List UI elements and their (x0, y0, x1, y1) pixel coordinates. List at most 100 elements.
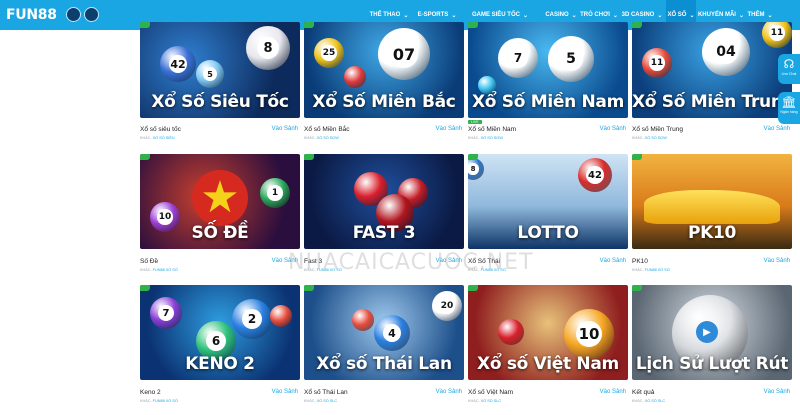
category-label: KHÁC, (140, 136, 152, 140)
enter-lobby-link[interactable]: Vào Sảnh (764, 389, 790, 395)
game-name: Xổ số Miền Trung (632, 126, 683, 133)
enter-lobby-link[interactable]: Vào Sảnh (436, 389, 462, 395)
category-label: KHÁC, (632, 136, 644, 140)
game-card[interactable]: PK10 PK10 Vào Sảnh KHÁC, FUN88 XỔ SỐ (632, 154, 792, 284)
tottenham-crest-icon (84, 7, 99, 22)
game-name: Kết quả (632, 389, 655, 396)
thumbnail-title: PK10 (687, 223, 737, 243)
chevron-down-icon: ⌄ (767, 12, 773, 19)
thumbnail-title: Xổ số Việt Nam (477, 354, 619, 374)
provider-label: FUN88 XỔ SỐ (152, 399, 178, 403)
enter-lobby-link[interactable]: Vào Sảnh (764, 258, 790, 264)
enter-lobby-link[interactable]: Vào Sảnh (600, 389, 626, 395)
game-thumbnail[interactable]: ▶ Lịch Sử Lượt Rút (632, 285, 792, 380)
game-thumbnail[interactable]: 42 8 5 Xổ Số Siêu Tốc (140, 22, 300, 118)
provider-label: XỔ SỐ SLC (316, 399, 338, 403)
game-card[interactable]: 4 20 Xổ số Thái Lan Xổ số Thái Lan Vào Sảnh K… (304, 285, 464, 415)
corner-tag (632, 22, 642, 28)
category-label: KHÁC, (304, 136, 316, 140)
corner-tag (632, 154, 642, 160)
game-name: Xổ số Thái Lan (304, 389, 348, 396)
enter-lobby-link[interactable]: Vào Sảnh (600, 258, 626, 264)
bank-icon: 🏛 (781, 95, 797, 109)
game-thumbnail[interactable]: 25 07 Xổ Số Miền Bắc (304, 22, 464, 118)
play-icon: ▶ (696, 321, 718, 343)
enter-lobby-link[interactable]: Vào Sảnh (436, 126, 462, 132)
enter-lobby-link[interactable]: Vào Sảnh (272, 389, 298, 395)
thumbnail-title: Xổ Số Siêu Tốc (151, 92, 289, 112)
thumbnail-title: SỐ ĐỀ (191, 223, 249, 243)
lottery-ball-icon: 7 (150, 297, 182, 329)
game-thumbnail[interactable]: 7 5 Xổ Số Miền Nam (468, 22, 628, 118)
enter-lobby-link[interactable]: Vào Sảnh (600, 126, 626, 132)
category-label: KHÁC, (468, 136, 480, 140)
game-name: Xổ số Việt Nam (468, 389, 514, 396)
enter-lobby-link[interactable]: Vào Sảnh (764, 126, 790, 132)
game-card[interactable]: 25 07 Xổ Số Miền Bắc Xổ số Miền Bắc Vào Sảnh… (304, 22, 464, 152)
lottery-ball-icon (498, 319, 524, 345)
nav-item-label: TRÒ CHƠI (580, 12, 610, 18)
category-label: KHÁC, (140, 268, 152, 272)
game-category: KHÁC, XỔ SỐ SGW (468, 136, 503, 140)
game-name: Xổ số Miền Nam (468, 126, 517, 133)
thumbnail-title: FAST 3 (352, 223, 416, 243)
provider-label: XỔ SỐ SGW (480, 136, 503, 140)
nav-item-label: E-SPORTS (417, 12, 449, 18)
game-thumbnail[interactable]: PK10 (632, 154, 792, 249)
thumbnail-title: Xổ Số Miền Trung (632, 92, 792, 112)
lottery-ball-icon: 42 (160, 46, 196, 82)
lottery-ball-icon (352, 309, 374, 331)
chevron-down-icon: ⌄ (738, 12, 745, 19)
corner-tag (304, 22, 314, 28)
lottery-ball-icon (344, 66, 366, 88)
thumbnail-title: Xổ Số Miền Nam (471, 92, 625, 112)
lottery-ball-icon: 25 (314, 38, 344, 68)
corner-tag (468, 154, 478, 160)
game-card[interactable]: 10 Xổ số Việt Nam Xổ số Việt Nam Vào Sảnh KH… (468, 285, 628, 415)
nav-item-label: KHUYẾN MÃI (697, 12, 736, 18)
provider-label: XỔ SỐ SGW (316, 136, 339, 140)
corner-tag (468, 22, 478, 28)
corner-tag (140, 22, 150, 28)
game-category: KHÁC, XỔ SỐ SGW (304, 136, 339, 140)
thumbnail-title: KENO 2 (185, 354, 255, 374)
game-card[interactable]: 10 1 ★ SỐ ĐỀ Số Đề Vào Sảnh KHÁC, FUN88 XỔ SỐ (140, 154, 300, 284)
game-thumbnail[interactable]: 42 8 LOTTO (468, 154, 628, 249)
game-thumbnail[interactable]: 7 6 2 KENO 2 (140, 285, 300, 380)
star-icon: ★ (192, 170, 248, 226)
side-bank[interactable]: 🏛 Ngân hàng (778, 92, 800, 124)
lottery-ball-icon: 2 (232, 299, 272, 339)
game-card[interactable]: 7 6 2 KENO 2 Keno 2 Vào Sảnh KHÁC, FUN88 XỔ SỐ (140, 285, 300, 415)
game-category: KHÁC, XỔ SỐ SGW (632, 136, 667, 140)
corner-tag (140, 285, 150, 291)
nav-item-label: CASINO (545, 12, 569, 18)
game-card[interactable]: 42 8 5 Xổ Số Siêu Tốc Xổ số siêu tốc Vào Sảnh… (140, 22, 300, 152)
lottery-ball-icon (270, 305, 292, 327)
thumbnail-title: Lịch Sử Lượt Rút (635, 354, 789, 374)
fun88-logo[interactable]: FUN88 (6, 7, 57, 23)
sponsor-badges (66, 7, 99, 22)
game-thumbnail[interactable]: 11 04 11 Xổ Số Miền Trung (632, 22, 792, 118)
game-thumbnail[interactable]: 10 Xổ số Việt Nam (468, 285, 628, 380)
game-category: KHÁC, XỔ SỐ SLC (304, 399, 337, 403)
side-live-chat[interactable]: ☊ Live Chat (778, 54, 800, 84)
thumbnail-title: Xổ Số Miền Bắc (312, 92, 456, 112)
provider-label: XỔ SỐ SGW (644, 136, 667, 140)
game-category: KHÁC, FUN88 XỔ SỐ (140, 399, 178, 403)
category-label: KHÁC, (468, 399, 480, 403)
game-card[interactable]: 11 04 11 Xổ Số Miền Trung Xổ số Miền Trung Và… (632, 22, 792, 152)
game-thumbnail[interactable]: 4 20 Xổ số Thái Lan (304, 285, 464, 380)
game-card[interactable]: ▶ Lịch Sử Lượt Rút Kết quả Vào Sảnh KHÁC, XỔ… (632, 285, 792, 415)
lottery-ball-icon: 8 (246, 26, 290, 70)
lottery-ball-icon: 04 (702, 28, 750, 76)
lottery-ball-icon: 4 (374, 315, 410, 351)
provider-label: XỔ SỐ SLC (644, 399, 666, 403)
game-card[interactable]: 7 5 Xổ Số Miền Nam LIVE Xổ số Miền Nam Vào Sả… (468, 22, 628, 152)
corner-tag (632, 285, 642, 291)
game-thumbnail[interactable]: FAST 3 (304, 154, 464, 249)
side-live-chat-label: Live Chat (781, 72, 797, 76)
corner-tag (140, 154, 150, 160)
provider-label: FUN88 XỔ SỐ (644, 268, 670, 272)
enter-lobby-link[interactable]: Vào Sảnh (272, 126, 298, 132)
game-thumbnail[interactable]: 10 1 ★ SỐ ĐỀ (140, 154, 300, 249)
